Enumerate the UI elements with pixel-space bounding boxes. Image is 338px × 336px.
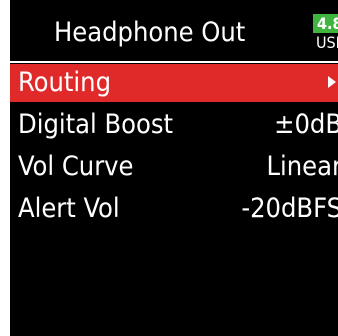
menu-item-routing[interactable]: Routing: [10, 64, 338, 102]
menu-item-value: -20dBFS: [241, 193, 338, 224]
menu-item-value: ±0dB: [274, 109, 338, 140]
chevron-right-icon: [328, 76, 336, 88]
battery-indicator: 4.8 USB: [313, 14, 338, 52]
title-bar: Headphone Out 4.8 USB: [10, 0, 338, 62]
menu-item-alert-vol[interactable]: Alert Vol -20dBFS: [10, 190, 338, 230]
menu-item-label: Alert Vol: [18, 193, 120, 224]
page-title: Headphone Out: [54, 17, 246, 48]
menu-item-label: Digital Boost: [18, 109, 174, 140]
menu-item-vol-curve[interactable]: Vol Curve Linear: [10, 148, 338, 188]
menu-item-digital-boost[interactable]: Digital Boost ±0dB: [10, 106, 338, 146]
menu-item-label: Routing: [18, 67, 112, 98]
menu-item-value: Linear: [266, 151, 338, 182]
battery-voltage: 4.8: [313, 14, 338, 33]
device-screen: Headphone Out 4.8 USB Routing Digital Bo…: [10, 0, 338, 336]
title-divider: [10, 61, 338, 63]
power-source-label: USB: [316, 33, 338, 52]
menu-item-label: Vol Curve: [18, 151, 134, 182]
